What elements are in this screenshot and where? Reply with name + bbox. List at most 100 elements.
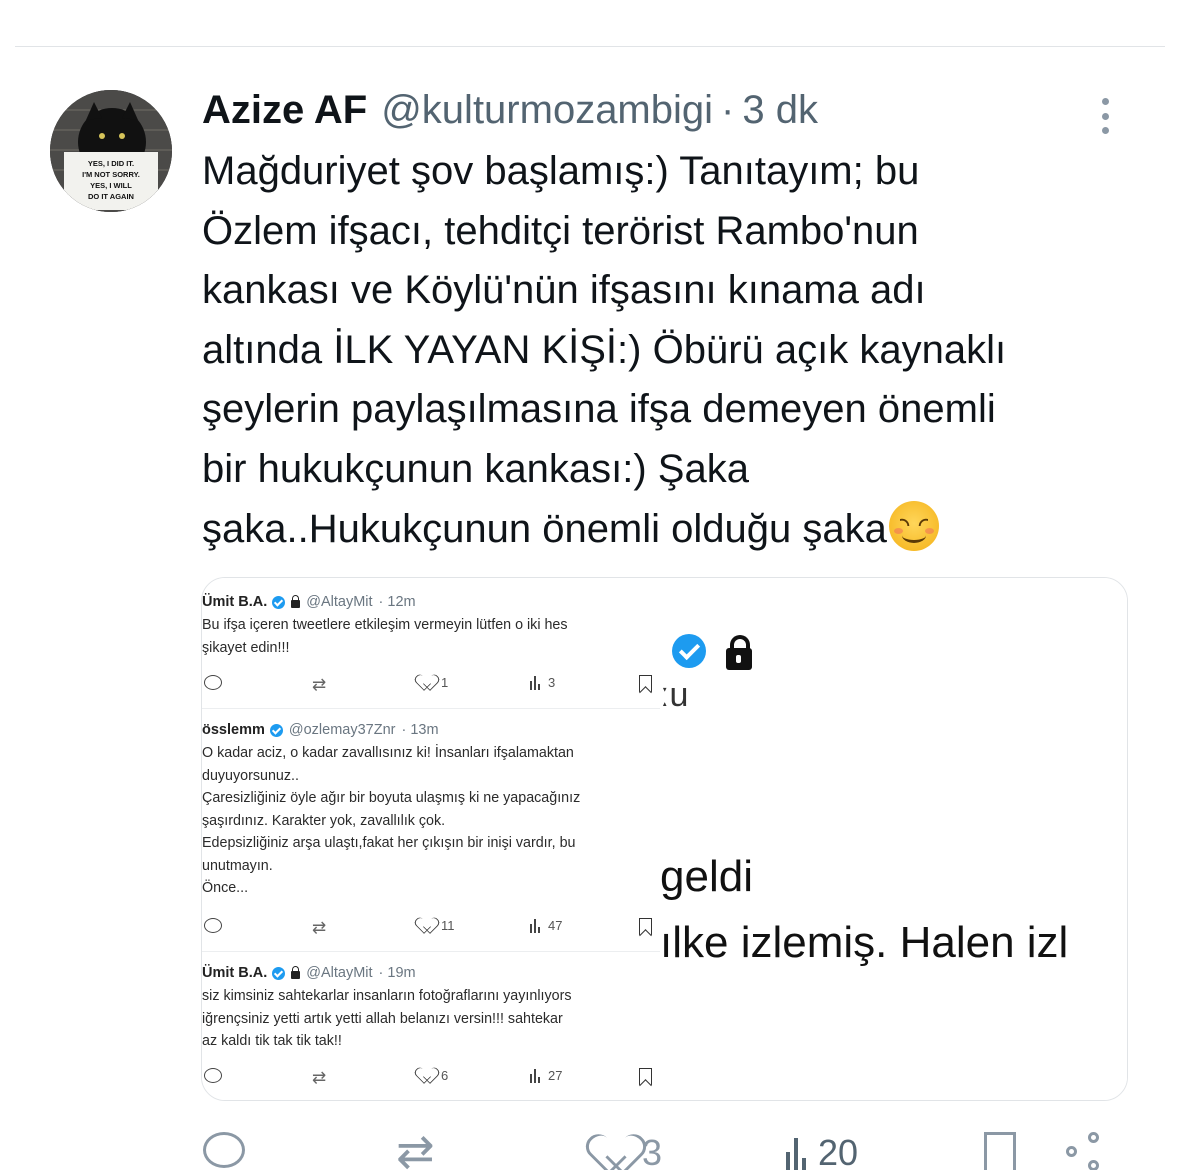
- divider: [202, 708, 660, 709]
- views-icon: [786, 1136, 810, 1170]
- views-count: 27: [530, 1068, 562, 1083]
- embedded-name: Ümit B.A.: [202, 965, 268, 981]
- tweet-header: Azize AF @kulturmozambigi · 3 dk: [202, 88, 818, 138]
- embedded-text-line: Çaresizliğiniz öyle ağır bir boyuta ulaş…: [202, 790, 581, 806]
- tweet-text-line: kankası ve Köylü'nün ifşasını kınama adı: [202, 268, 926, 313]
- embedded-text: siz kimsiniz sahtekarlar insanların foto…: [202, 985, 660, 1053]
- reply-icon: [204, 675, 222, 690]
- fragment-text: ːu: [660, 676, 689, 714]
- fragment-text: geldi: [660, 852, 753, 901]
- svg-text:YES, I DID IT.: YES, I DID IT.: [88, 159, 134, 168]
- like-count: 6: [420, 1068, 448, 1083]
- embedded-name: össlemm: [202, 722, 265, 738]
- embedded-handle: @AltayMit: [306, 965, 373, 981]
- views-count-text: 3: [548, 675, 556, 690]
- tweet-actions: ⇄ 3 20: [0, 1120, 1179, 1170]
- tweet-text-line: Mağduriyet şov başlamış:) Tanıtayım; bu: [202, 149, 920, 193]
- like-count-text: 6: [441, 1068, 449, 1083]
- share-icon: [1066, 1132, 1106, 1170]
- embedded-actions: ⇄ 1 3: [202, 675, 660, 695]
- svg-text:YES, I WILL: YES, I WILL: [90, 181, 132, 190]
- avatar[interactable]: YES, I DID IT. I'M NOT SORRY. YES, I WIL…: [50, 90, 172, 212]
- divider: [202, 951, 660, 952]
- embedded-text-line: şikayet edin!!!: [202, 639, 290, 656]
- verified-icon: [269, 723, 283, 737]
- svg-text:I'M NOT SORRY.: I'M NOT SORRY.: [82, 170, 140, 179]
- share-button[interactable]: [1066, 1132, 1106, 1170]
- views-count: 47: [530, 918, 562, 933]
- embedded-actions: ⇄ 6 27: [202, 1068, 660, 1088]
- bookmark-icon: [639, 918, 652, 935]
- bookmark-icon: [639, 675, 652, 692]
- screenshot-image-right: ːu geldi ılke izlemiş. Halen izl: [660, 578, 1127, 1100]
- like-count: 1: [420, 675, 448, 690]
- retweet-icon: ⇄: [312, 1068, 327, 1087]
- embedded-tweet-header: össlemm @ozlemay37Znr · 13m: [202, 721, 439, 739]
- like-count-text: 11: [441, 918, 455, 933]
- display-name[interactable]: Azize AF: [202, 88, 367, 133]
- embedded-time: · 12m: [378, 594, 416, 610]
- reply-icon[interactable]: [203, 1132, 245, 1168]
- views-count: 3: [530, 675, 555, 690]
- embedded-text-line: şaşırdınız. Karakter yok, zavallılık çok…: [202, 812, 446, 829]
- tweet-text-line: altında İLK YAYAN KİŞİ:) Öbürü açık kayn…: [202, 327, 1007, 372]
- embedded-actions: ⇄ 11 47: [202, 918, 660, 938]
- like-icon: [420, 918, 436, 933]
- embedded-name: Ümit B.A.: [202, 594, 268, 610]
- views-count: 20: [818, 1132, 859, 1170]
- top-divider: [15, 46, 1165, 47]
- embedded-handle: @ozlemay37Znr: [288, 722, 396, 738]
- retweet-icon: ⇄: [312, 918, 327, 937]
- verified-icon: [672, 634, 706, 668]
- views-count-text: 47: [548, 918, 563, 933]
- views-button[interactable]: 20: [786, 1132, 858, 1170]
- retweet-icon: ⇄: [312, 675, 327, 694]
- embedded-text-line: iğrençsiniz yetti artık yetti allah bela…: [202, 1010, 563, 1027]
- embedded-text-line: Bu ifşa içeren tweetlere etkileşim verme…: [202, 617, 568, 633]
- embedded-time: · 13m: [401, 722, 439, 738]
- views-icon: [530, 675, 542, 690]
- views-count-text: 27: [548, 1068, 563, 1083]
- screenshot-image-left: Ümit B.A. @AltayMit · 12m Bu ifşa içeren…: [202, 578, 660, 1100]
- like-count: 11: [420, 918, 455, 933]
- embedded-text-line: Edepsizliğiniz arşa ulaştı,fakat her çık…: [202, 835, 576, 851]
- user-handle[interactable]: @kulturmozambigi: [381, 88, 713, 133]
- embedded-text-line: siz kimsiniz sahtekarlar insanların foto…: [202, 988, 572, 1004]
- bookmark-icon[interactable]: [984, 1132, 1016, 1170]
- timestamp[interactable]: 3 dk: [742, 88, 818, 133]
- embedded-text-line: O kadar aciz, o kadar zavallısınız ki! İ…: [202, 745, 574, 761]
- like-icon: [420, 675, 436, 690]
- verified-icon: [272, 966, 286, 980]
- like-button[interactable]: 3: [598, 1132, 662, 1170]
- verified-icon: [272, 595, 286, 609]
- more-icon[interactable]: [1088, 94, 1122, 138]
- tweet-text-line: bir hukukçunun kankası:) Şaka: [202, 446, 749, 491]
- lock-icon: [726, 635, 752, 670]
- embedded-tweet-header: Ümit B.A. @AltayMit · 12m: [202, 593, 416, 611]
- like-icon: [420, 1068, 436, 1083]
- lock-icon: [291, 966, 301, 979]
- reply-icon: [204, 1068, 222, 1083]
- bookmark-icon: [639, 1068, 652, 1085]
- retweet-icon[interactable]: ⇄: [396, 1124, 435, 1170]
- fragment-text: ılke izlemiş. Halen izl: [660, 918, 1069, 967]
- views-icon: [530, 918, 542, 933]
- embedded-time: · 19m: [378, 965, 416, 981]
- lock-icon: [291, 595, 301, 608]
- embedded-text-line: unutmayın.: [202, 857, 273, 874]
- views-icon: [530, 1068, 542, 1083]
- embedded-tweet-header: Ümit B.A. @AltayMit · 19m: [202, 964, 416, 982]
- embedded-text-line: az kaldı tik tak tik tak!!: [202, 1033, 342, 1049]
- embedded-text-line: Önce...: [202, 880, 249, 896]
- avatar-image: YES, I DID IT. I'M NOT SORRY. YES, I WIL…: [50, 90, 172, 212]
- embedded-handle: @AltayMit: [306, 594, 373, 610]
- tweet-text-line: şaka..Hukukçunun önemli olduğu şaka: [202, 506, 887, 551]
- svg-text:DO IT AGAIN: DO IT AGAIN: [88, 192, 134, 201]
- embedded-text: Bu ifşa içeren tweetlere etkileşim verme…: [202, 614, 660, 659]
- tweet-text-line: Özlem ifşacı, tehditçi terörist Rambo'nu…: [202, 208, 919, 253]
- embedded-text: O kadar aciz, o kadar zavallısınız ki! İ…: [202, 742, 660, 900]
- like-count-text: 1: [441, 675, 449, 690]
- media-card[interactable]: Ümit B.A. @AltayMit · 12m Bu ifşa içeren…: [201, 577, 1128, 1101]
- reply-icon: [204, 918, 222, 933]
- smiling-face-emoji-icon: [888, 500, 939, 551]
